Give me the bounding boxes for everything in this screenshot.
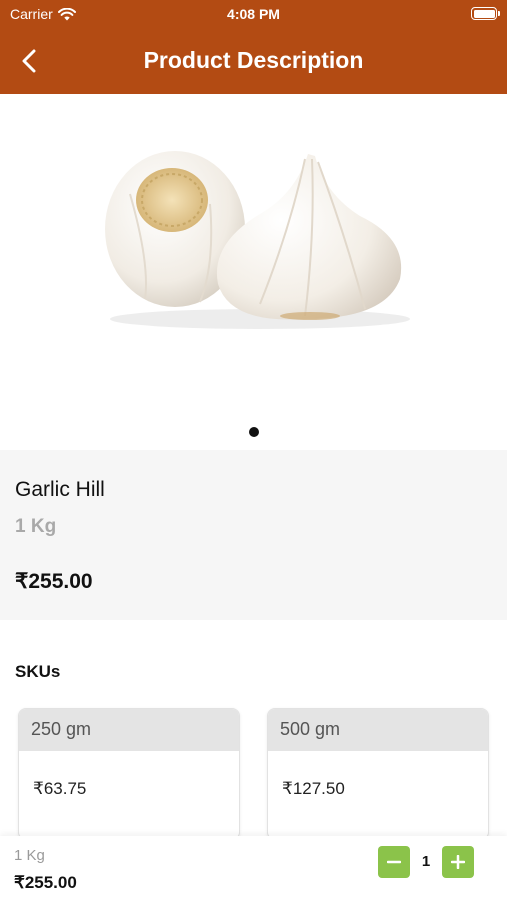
sku-label: 250 gm <box>19 709 239 751</box>
status-bar: Carrier 4:08 PM <box>0 0 507 28</box>
minus-icon <box>387 860 401 864</box>
status-time: 4:08 PM <box>227 6 280 22</box>
sku-price: ₹127.50 <box>282 779 345 798</box>
plus-icon <box>451 855 465 869</box>
quantity-value: 1 <box>421 853 431 870</box>
cart-price: ₹255.00 <box>14 873 77 892</box>
cart-weight: 1 Kg <box>14 847 45 864</box>
sku-card[interactable]: 250 gm ₹63.75 <box>18 708 240 840</box>
product-weight: 1 Kg <box>15 516 57 537</box>
product-description-screen: Carrier 4:08 PM Product Description Garl… <box>0 0 507 900</box>
battery-icon <box>471 7 500 20</box>
sku-label: 500 gm <box>268 709 488 751</box>
page-title: Product Description <box>143 47 364 73</box>
carousel-dot-active[interactable] <box>249 427 259 437</box>
product-price: ₹255.00 <box>15 570 93 593</box>
decrease-quantity-button[interactable] <box>378 846 410 878</box>
product-info-card <box>0 450 507 620</box>
app-header: Carrier 4:08 PM Product Description <box>0 0 507 94</box>
garlic-product-image <box>105 151 410 329</box>
sku-price: ₹63.75 <box>33 779 87 798</box>
increase-quantity-button[interactable] <box>442 846 474 878</box>
product-name: Garlic Hill <box>15 478 105 501</box>
quantity-stepper: 1 <box>378 846 474 878</box>
sku-heading: SKUs <box>15 662 61 681</box>
sku-card[interactable]: 500 gm ₹127.50 <box>267 708 489 840</box>
product-image-carousel[interactable] <box>0 94 507 450</box>
